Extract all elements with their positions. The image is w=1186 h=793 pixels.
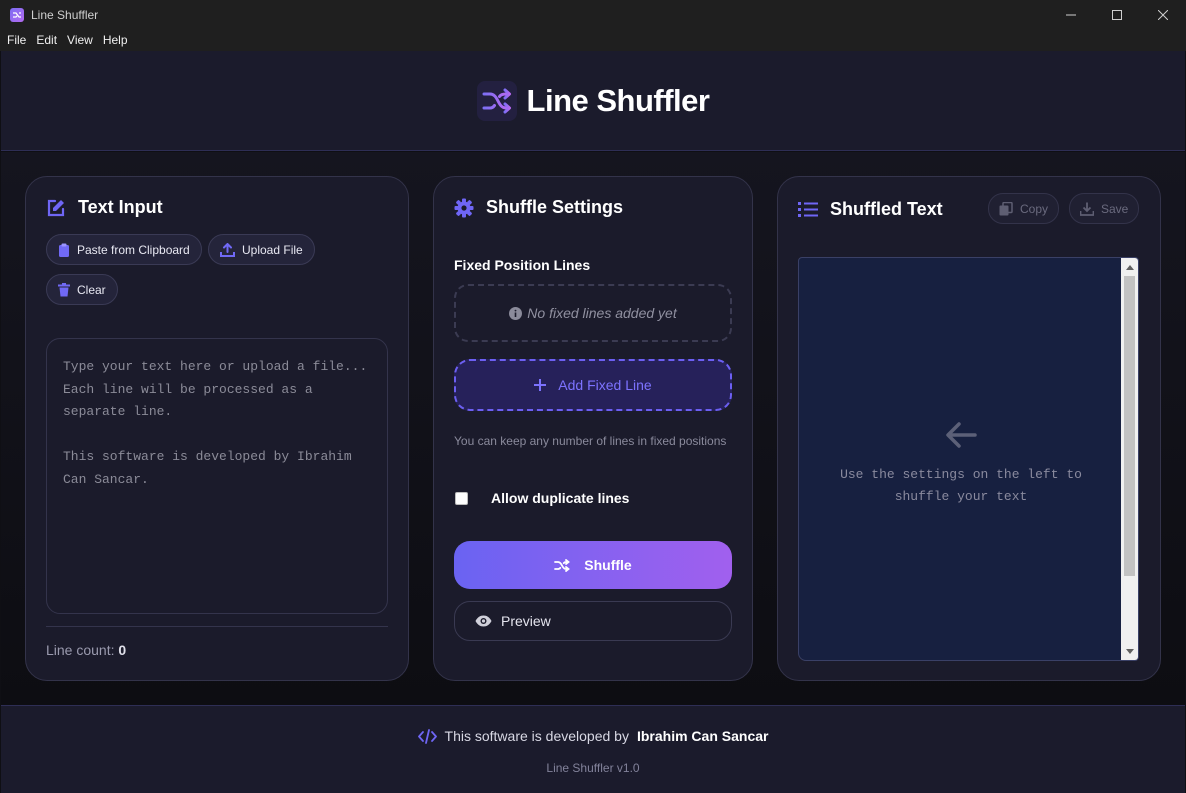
eye-icon [475, 615, 492, 627]
plus-icon [534, 379, 547, 391]
save-label: Save [1101, 201, 1129, 216]
maximize-button[interactable] [1094, 0, 1140, 30]
paste-clipboard-button[interactable]: Paste from Clipboard [46, 234, 202, 265]
fixed-lines-hint: You can keep any number of lines in fixe… [454, 434, 727, 448]
upload-icon [220, 242, 235, 257]
allow-duplicates-label[interactable]: Allow duplicate lines [491, 490, 629, 506]
allow-duplicates-checkbox[interactable] [455, 492, 468, 505]
text-input-heading: Text Input [78, 197, 163, 217]
add-fixed-line-label: Add Fixed Line [558, 377, 652, 393]
fixed-lines-empty: No fixed lines added yet [454, 284, 732, 342]
menu-help[interactable]: Help [98, 30, 133, 51]
upload-file-button[interactable]: Upload File [208, 234, 315, 265]
line-count-value: 0 [118, 642, 127, 658]
app-version: Line Shuffler v1.0 [546, 761, 640, 775]
chevron-down-icon [1125, 648, 1134, 654]
app-footer: This software is developed by Ibrahim Ca… [1, 705, 1185, 793]
text-input-card: Text Input Paste from Clipboard Upload F… [25, 176, 409, 681]
minimize-button[interactable] [1048, 0, 1094, 30]
main-area: Text Input Paste from Clipboard Upload F… [1, 152, 1185, 705]
scroll-down-arrow[interactable] [1121, 644, 1138, 658]
fixed-lines-empty-text: No fixed lines added yet [527, 305, 677, 321]
download-icon [1080, 202, 1094, 216]
code-icon [417, 728, 437, 744]
output-empty-message: Use the settings on the left to shuffle … [840, 467, 1082, 504]
gear-icon [454, 198, 474, 217]
footer-credit: This software is developed by Ibrahim Ca… [1, 728, 1185, 744]
preview-label: Preview [501, 613, 551, 629]
maximize-icon [1112, 10, 1122, 20]
clear-label: Clear [77, 282, 106, 297]
line-count: Line count: 0 [46, 642, 126, 658]
output-heading: Shuffled Text [830, 199, 943, 219]
save-button[interactable]: Save [1069, 193, 1140, 224]
title-bar: Line Shuffler [0, 0, 1186, 30]
copy-label: Copy [1020, 201, 1049, 216]
output-title: Shuffled Text [798, 199, 943, 220]
upload-file-label: Upload File [242, 242, 303, 257]
add-fixed-line-button[interactable]: Add Fixed Line [454, 359, 732, 411]
preview-button[interactable]: Preview [454, 601, 732, 641]
window-controls [1048, 0, 1186, 30]
minimize-icon [1066, 14, 1076, 16]
shuffled-output-area[interactable]: Use the settings on the left to shuffle … [798, 257, 1139, 661]
menu-view[interactable]: View [62, 30, 98, 51]
shuffle-settings-card: Shuffle Settings Fixed Position Lines No… [433, 176, 753, 681]
app-icon [10, 8, 24, 22]
clipboard-icon [59, 243, 69, 257]
line-count-label: Line count: [46, 642, 115, 658]
list-icon [798, 202, 818, 217]
footer-developed-by: This software is developed by [444, 728, 629, 744]
close-icon [1158, 10, 1168, 20]
shuffle-icon [554, 558, 571, 572]
divider [46, 626, 388, 627]
footer-author: Ibrahim Can Sancar [636, 728, 769, 744]
app-header: Line Shuffler [1, 51, 1185, 151]
info-icon [509, 306, 523, 320]
shuffle-icon [476, 80, 517, 121]
chevron-up-icon [1125, 264, 1134, 270]
close-window-button[interactable] [1140, 0, 1186, 30]
copy-button[interactable]: Copy [988, 193, 1060, 224]
menu-file[interactable]: File [2, 30, 31, 51]
copy-icon [999, 201, 1013, 215]
shuffle-label: Shuffle [584, 557, 632, 573]
output-empty-state: Use the settings on the left to shuffle … [799, 258, 1123, 660]
text-input-area[interactable]: Type your text here or upload a file... … [46, 338, 388, 614]
shuffled-text-card: Shuffled Text Copy Save Use the settings… [777, 176, 1161, 681]
shuffle-button[interactable]: Shuffle [454, 541, 732, 589]
arrow-left-icon [946, 422, 977, 448]
trash-icon [58, 282, 70, 296]
paste-clipboard-label: Paste from Clipboard [77, 242, 190, 257]
app-title: Line Shuffler [526, 82, 710, 118]
menu-edit[interactable]: Edit [31, 30, 62, 51]
text-input-title: Text Input [46, 197, 163, 218]
scroll-thumb[interactable] [1124, 276, 1135, 576]
settings-title: Shuffle Settings [454, 197, 623, 218]
window-title: Line Shuffler [31, 8, 99, 22]
menu-bar: File Edit View Help [0, 30, 1186, 51]
output-scrollbar[interactable] [1121, 258, 1138, 660]
fixed-lines-label: Fixed Position Lines [454, 257, 591, 273]
scroll-up-arrow[interactable] [1121, 260, 1138, 274]
clear-button[interactable]: Clear [46, 274, 118, 305]
edit-icon [47, 199, 65, 216]
settings-heading: Shuffle Settings [486, 197, 624, 217]
